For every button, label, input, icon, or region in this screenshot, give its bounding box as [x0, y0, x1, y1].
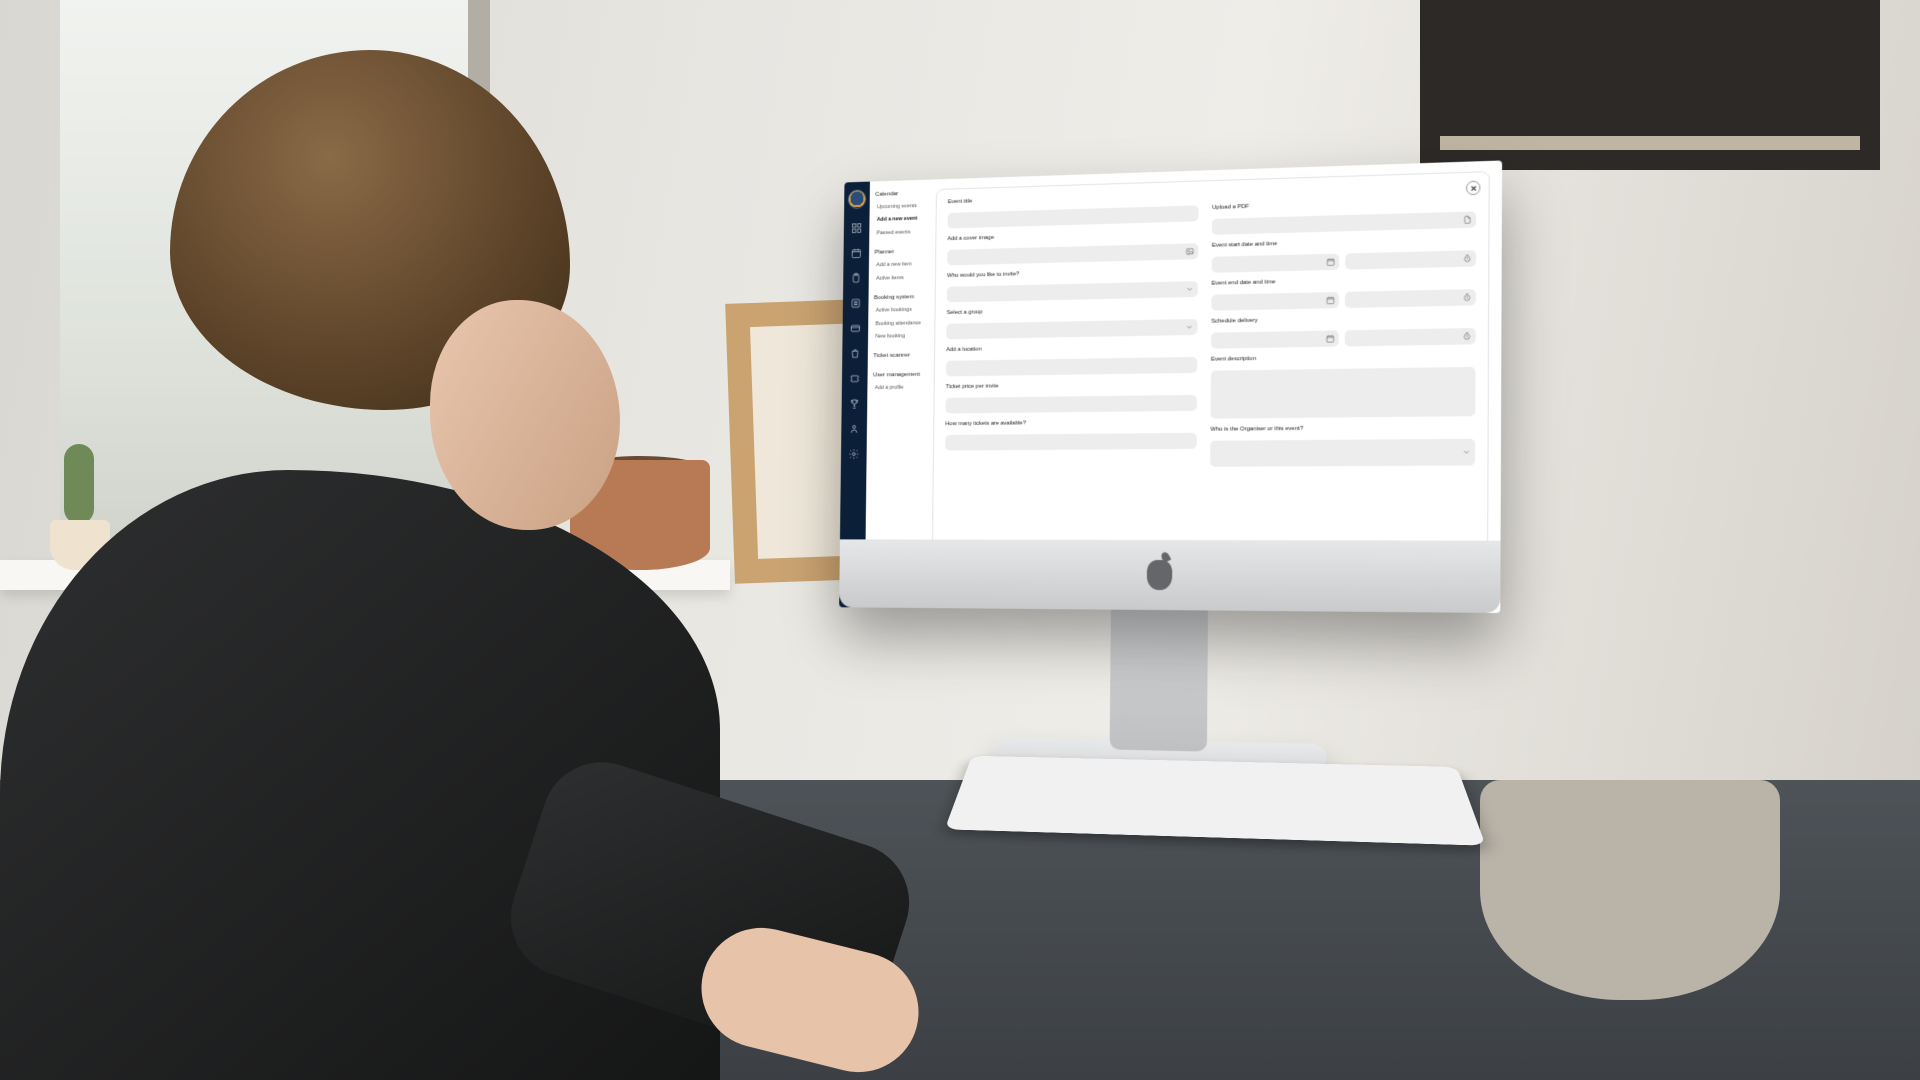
- label-upload-pdf: Upload a PDF: [1212, 197, 1476, 211]
- subnav-heading-user-management: User management: [873, 371, 923, 379]
- input-select-group[interactable]: [946, 319, 1197, 339]
- subnav-item-add-new-item[interactable]: Add a new item: [874, 261, 924, 268]
- label-start-datetime: Event start date and time: [1212, 236, 1476, 249]
- label-ticket-price: Ticket price per invite: [946, 381, 1197, 390]
- chevron-down-icon: [1185, 285, 1194, 294]
- rail-card-icon[interactable]: [850, 323, 861, 335]
- cactus-plant: [20, 430, 140, 570]
- label-event-title: Event title: [948, 191, 1199, 205]
- subnav-heading-calendar: Calendar: [875, 189, 925, 197]
- clock-icon: [1463, 254, 1472, 263]
- subnav-heading-planner: Planner: [875, 248, 925, 256]
- subnav-heading-booking: Booking system: [874, 293, 924, 301]
- subnav-item-add-new-event[interactable]: Add a new event: [875, 216, 925, 224]
- input-organiser[interactable]: [1210, 439, 1475, 467]
- subnav-item-add-profile[interactable]: Add a profile: [873, 385, 923, 392]
- rail-grid-icon[interactable]: [851, 222, 862, 234]
- input-location[interactable]: [946, 357, 1197, 377]
- input-end-time[interactable]: [1345, 289, 1476, 308]
- rail-calendar-icon[interactable]: [851, 247, 862, 259]
- textarea-description[interactable]: [1211, 367, 1476, 419]
- label-schedule-delivery: Schedule delivery: [1211, 314, 1476, 325]
- file-icon: [1463, 215, 1472, 224]
- label-organiser: Who is the Organiser or this event?: [1210, 424, 1475, 432]
- rail-clipboard-icon[interactable]: [850, 272, 861, 284]
- label-location: Add a location: [946, 343, 1197, 353]
- input-start-date[interactable]: [1212, 254, 1340, 273]
- input-schedule-date[interactable]: [1211, 330, 1339, 348]
- subnav-item-passed-events[interactable]: Passed events: [875, 229, 925, 237]
- subnav-item-active-bookings[interactable]: Active bookings: [874, 307, 924, 314]
- rail-trophy-icon[interactable]: [849, 398, 860, 410]
- rail-users-icon[interactable]: [849, 423, 860, 435]
- event-form-card: Event title Add a cover image Who would …: [931, 171, 1489, 602]
- app-logo[interactable]: [848, 189, 866, 209]
- calendar-icon: [1326, 257, 1335, 266]
- subnav-item-booking-attendance[interactable]: Booking attendance: [874, 320, 924, 327]
- subnav-item-new-booking[interactable]: New booking: [874, 333, 924, 340]
- calendar-icon: [1326, 334, 1335, 343]
- label-invite: Who would you like to invite?: [947, 267, 1198, 279]
- monitor-chin: [839, 539, 1500, 613]
- label-description: Event description: [1211, 353, 1476, 363]
- input-cover-image[interactable]: [947, 243, 1198, 265]
- clock-icon: [1462, 293, 1471, 302]
- wall-shelf: [1420, 0, 1880, 170]
- chevron-down-icon: [1462, 448, 1471, 457]
- close-button[interactable]: [1466, 181, 1480, 196]
- rail-bag-icon[interactable]: [850, 348, 861, 360]
- label-end-datetime: Event end date and time: [1212, 275, 1476, 287]
- imac-computer: Calendar Upcoming events Add a new event…: [836, 160, 1502, 882]
- input-ticket-price[interactable]: [945, 395, 1197, 414]
- form-left-column: Event title Add a cover image Who would …: [944, 191, 1199, 585]
- clock-icon: [1462, 332, 1471, 341]
- subnav-item-upcoming-events[interactable]: Upcoming events: [875, 203, 925, 211]
- photo-scene: Calendar Upcoming events Add a new event…: [0, 0, 1920, 1080]
- input-event-title[interactable]: [948, 205, 1199, 228]
- rail-settings-icon[interactable]: [848, 448, 859, 460]
- potted-plant: [540, 370, 740, 570]
- apple-logo-icon: [1147, 560, 1172, 590]
- subnav-item-active-items[interactable]: Active items: [874, 274, 924, 281]
- label-select-group: Select a group: [947, 305, 1198, 316]
- label-tickets-available: How many tickets are available?: [945, 419, 1196, 427]
- input-start-time[interactable]: [1345, 250, 1476, 269]
- input-end-date[interactable]: [1211, 292, 1339, 311]
- keyboard: [945, 756, 1486, 846]
- image-icon: [1185, 247, 1194, 256]
- rail-list-icon[interactable]: [850, 297, 861, 309]
- input-upload-pdf[interactable]: [1212, 211, 1476, 235]
- chevron-down-icon: [1185, 323, 1194, 332]
- subnav-heading-ticket-scanner[interactable]: Ticket scanner: [873, 352, 923, 360]
- label-cover-image: Add a cover image: [947, 229, 1198, 242]
- input-invite[interactable]: [947, 281, 1198, 302]
- form-right-column: Upload a PDF Event start date and time E…: [1209, 183, 1476, 587]
- input-tickets-available[interactable]: [945, 433, 1197, 451]
- input-schedule-time[interactable]: [1345, 328, 1476, 347]
- rail-ticket-icon[interactable]: [849, 373, 860, 385]
- storage-basket: [1480, 780, 1780, 1000]
- calendar-icon: [1326, 296, 1335, 305]
